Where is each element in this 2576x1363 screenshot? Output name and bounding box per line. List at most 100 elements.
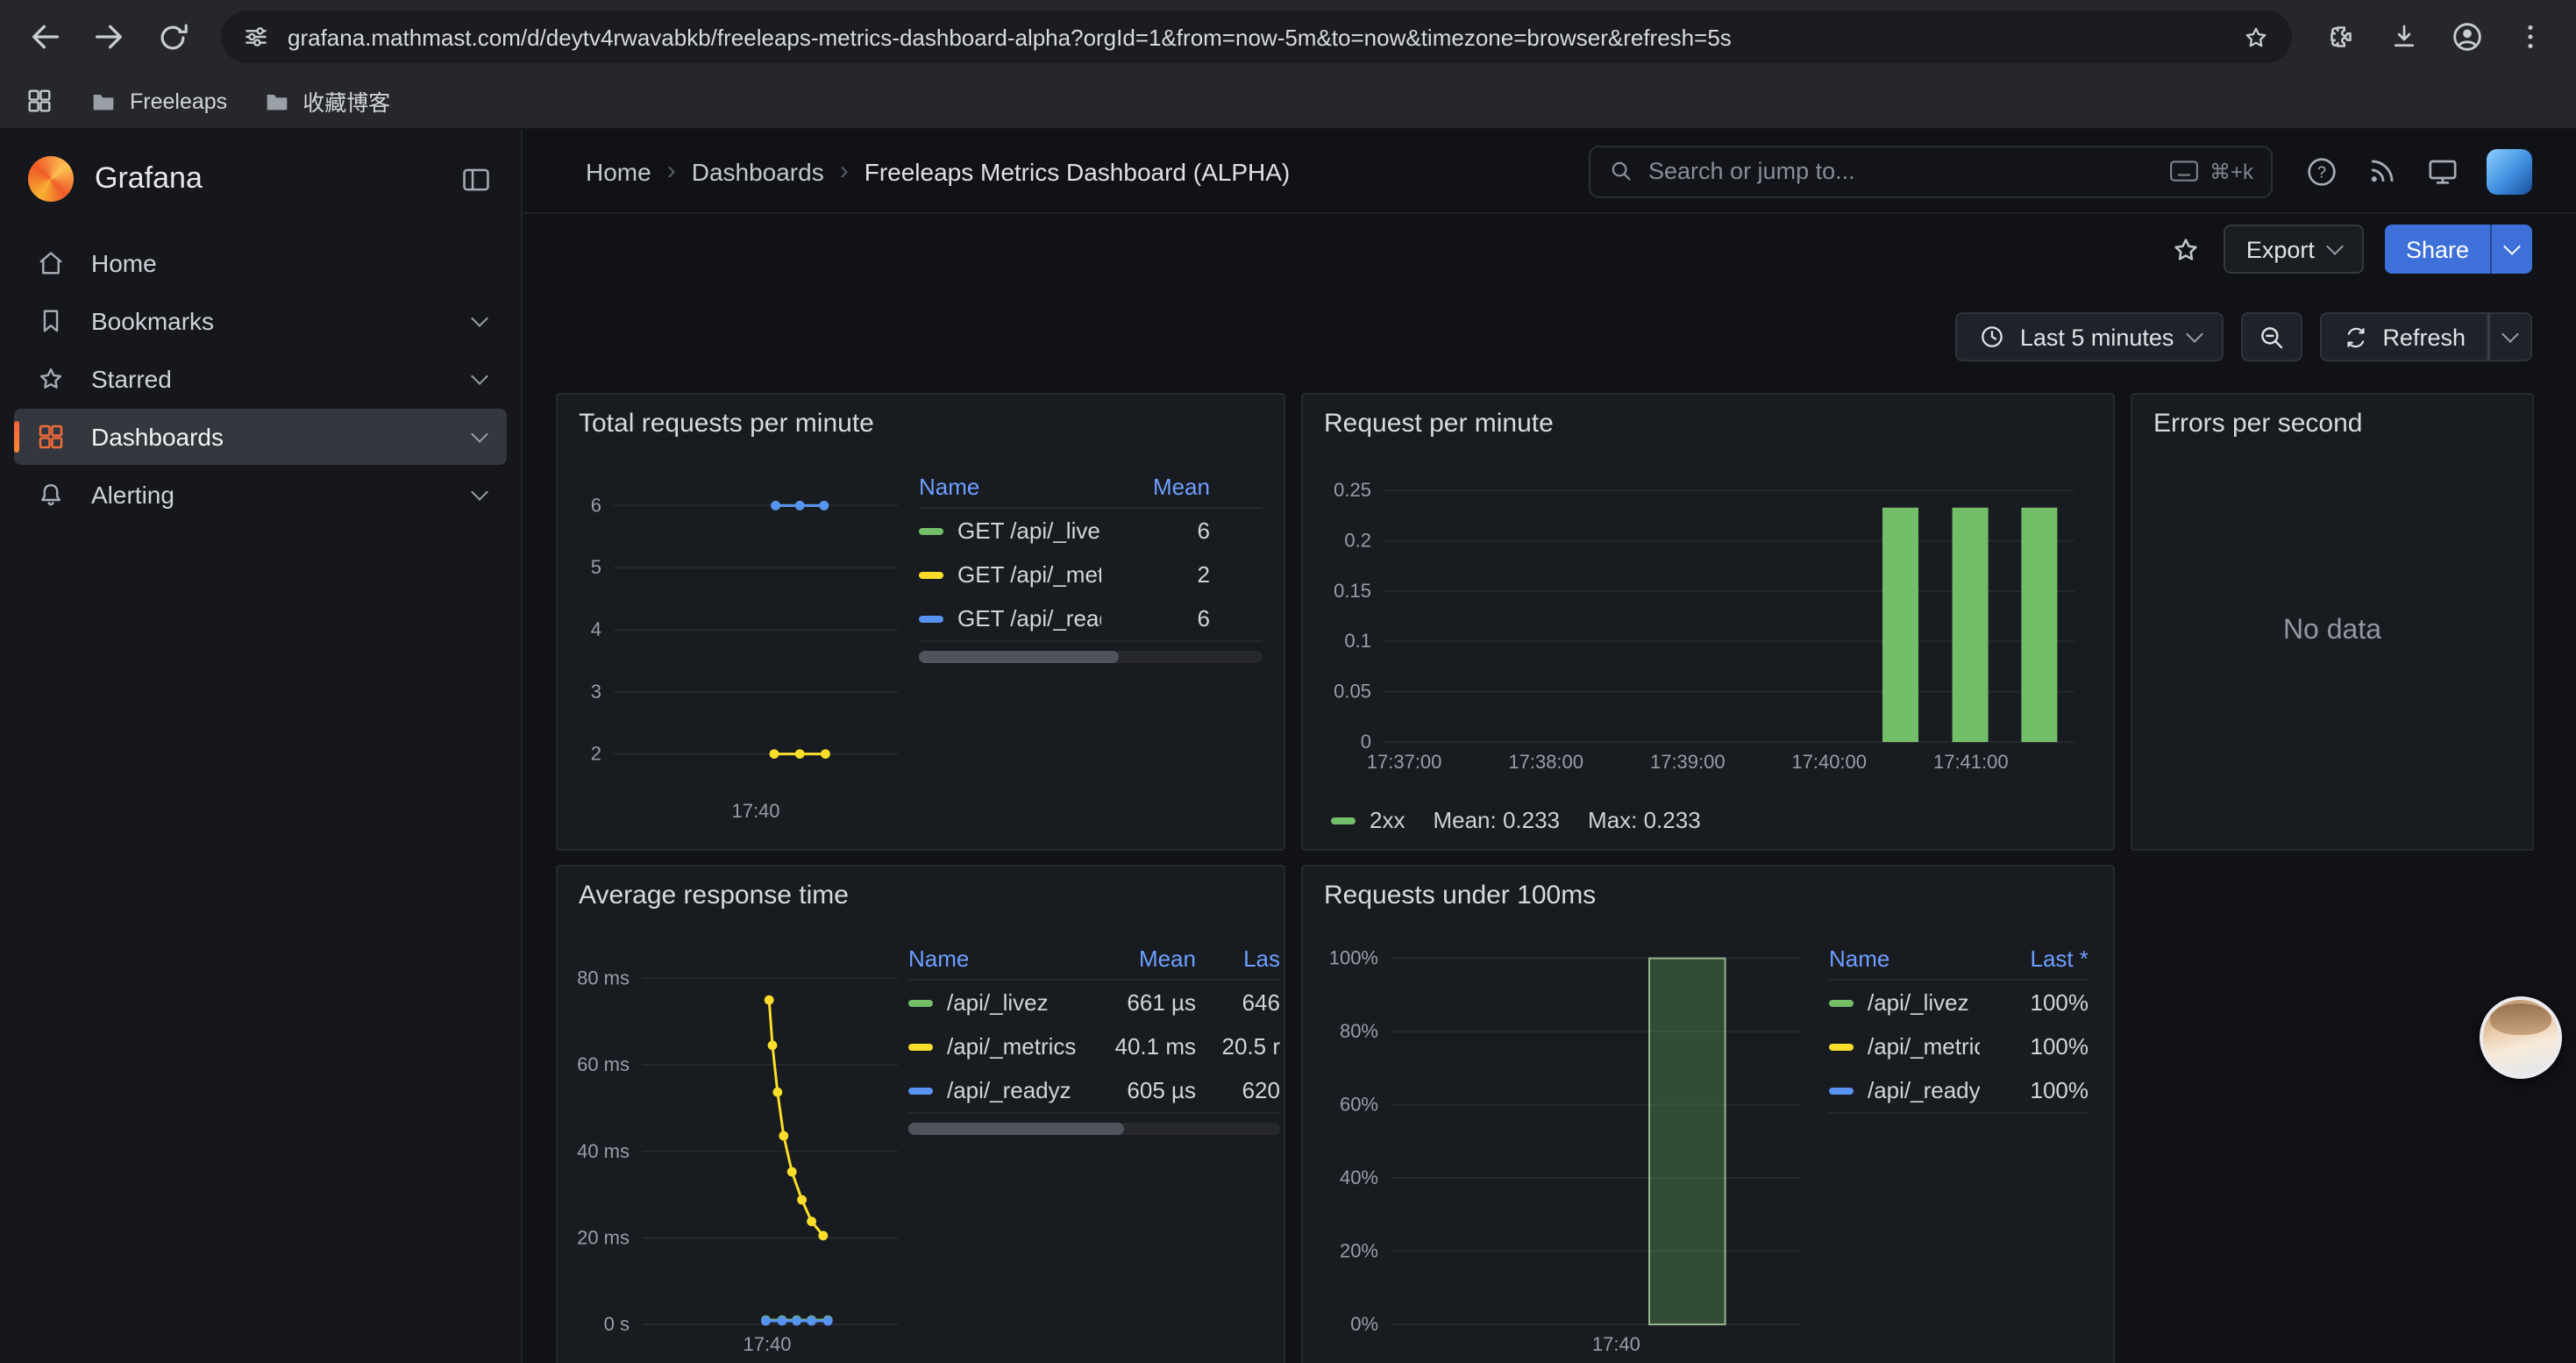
bookmark-label: 收藏博客 (302, 84, 390, 118)
request-per-minute-chart[interactable]: 00.050.10.150.20.2517:37:0017:38:0017:39… (1313, 454, 2103, 781)
refresh-interval-button[interactable] (2488, 312, 2532, 361)
search-input[interactable]: Search or jump to... ⌘+k (1589, 145, 2273, 197)
kiosk-mode-button[interactable] (2425, 153, 2460, 189)
legend-row[interactable]: /api/_livez 100% (1829, 981, 2089, 1024)
apps-grid-icon[interactable] (25, 86, 54, 116)
breadcrumb-separator: › (667, 156, 676, 186)
svg-text:4: 4 (591, 618, 601, 640)
chevron-down-icon[interactable] (471, 367, 488, 384)
news-rss-button[interactable] (2366, 154, 2399, 188)
assistant-avatar[interactable] (2480, 996, 2562, 1079)
share-button[interactable]: Share (2385, 225, 2490, 274)
bookmarks-bar: Freeleaps 收藏博客 (0, 74, 2576, 130)
browser-menu-button[interactable] (2502, 9, 2558, 65)
svg-text:0 s: 0 s (604, 1313, 630, 1335)
legend-row[interactable]: /api/_readyz 100% (1829, 1068, 2089, 1112)
address-bar[interactable] (221, 11, 2292, 63)
legend-header[interactable]: Name Last * (1829, 937, 2089, 981)
panel-title[interactable]: Requests under 100ms (1303, 867, 2113, 910)
legend-row[interactable]: GET /api/_readyz 6 (919, 596, 1263, 640)
refresh-button[interactable]: Refresh (2319, 312, 2488, 361)
refresh-icon (2342, 324, 2368, 350)
legend-inline[interactable]: 2xx Mean: 0.233 Max: 0.233 (1331, 807, 1701, 833)
series-swatch (919, 527, 943, 534)
search-icon (1608, 158, 1634, 184)
svg-text:17:41:00: 17:41:00 (1933, 751, 2009, 773)
legend-row[interactable]: GET /api/_livez 6 (919, 509, 1263, 553)
series-swatch (908, 1043, 933, 1050)
svg-text:80%: 80% (1340, 1020, 1378, 1042)
browser-profile-button[interactable] (2439, 9, 2495, 65)
breadcrumb-home[interactable]: Home (586, 157, 651, 185)
user-avatar[interactable] (2487, 148, 2532, 194)
dock-menu-icon[interactable] (459, 162, 493, 196)
back-button[interactable] (18, 9, 74, 65)
sidebar-item-dashboards[interactable]: Dashboards (14, 409, 507, 465)
share-menu-button[interactable] (2490, 225, 2532, 274)
rss-icon (2366, 154, 2399, 188)
svg-text:0.2: 0.2 (1344, 530, 1371, 552)
legend-header[interactable]: Name Mean (919, 465, 1263, 509)
requests-under-100ms-chart[interactable]: 0%20%40%60%80%100%17:40 (1313, 923, 1818, 1363)
average-response-time-chart[interactable]: 0 s20 ms40 ms60 ms80 ms17:40 (568, 923, 912, 1363)
sidebar-item-label: Starred (91, 365, 449, 393)
extensions-button[interactable] (2313, 9, 2369, 65)
svg-text:17:40: 17:40 (743, 1333, 791, 1355)
breadcrumb: Home › Dashboards › Freeleaps Metrics Da… (586, 156, 1589, 186)
legend-row[interactable]: /api/_metrics 40.1 ms 20.5 r (908, 1024, 1280, 1068)
chevron-down-icon[interactable] (471, 309, 488, 326)
url-input[interactable] (288, 24, 2224, 50)
legend-header[interactable]: Name Mean Las (908, 937, 1280, 981)
svg-text:17:40:00: 17:40:00 (1791, 751, 1867, 773)
legend-row[interactable]: GET /api/_metrics 2 (919, 553, 1263, 596)
sidebar-item-home[interactable]: Home (14, 235, 507, 291)
legend-table: Name Last * /api/_livez 100% /api/_metri… (1829, 937, 2089, 1114)
profile-icon (2450, 19, 2485, 54)
legend-scrollbar[interactable] (919, 651, 1263, 663)
bookmark-label: Freeleaps (130, 89, 227, 113)
reload-button[interactable] (144, 9, 200, 65)
search-shortcut: ⌘+k (2169, 159, 2253, 183)
panel-title[interactable]: Total requests per minute (558, 395, 1284, 439)
sidebar-item-alerting[interactable]: Alerting (14, 467, 507, 523)
home-icon (35, 247, 67, 279)
legend-row[interactable]: /api/_livez 661 µs 646 (908, 981, 1280, 1024)
panel-title[interactable]: Request per minute (1303, 395, 2113, 439)
bookmark-folder-blog[interactable]: 收藏博客 (262, 84, 390, 118)
site-settings-icon[interactable] (242, 23, 270, 51)
main-area: Home › Dashboards › Freeleaps Metrics Da… (523, 130, 2576, 1363)
favorite-dashboard-button[interactable] (2169, 232, 2202, 266)
refresh-split-button: Refresh (2319, 312, 2532, 361)
export-button[interactable]: Export (2224, 225, 2364, 274)
forward-button[interactable] (81, 9, 137, 65)
panel-title[interactable]: Errors per second (2132, 395, 2532, 439)
chevron-down-icon[interactable] (471, 425, 488, 442)
panel-title[interactable]: Average response time (558, 867, 1284, 910)
svg-text:3: 3 (591, 681, 601, 703)
zoom-out-button[interactable] (2240, 312, 2302, 361)
svg-text:60 ms: 60 ms (577, 1053, 630, 1075)
legend-scrollbar[interactable] (908, 1123, 1280, 1135)
series-swatch (908, 1087, 933, 1094)
grafana-logo (28, 156, 74, 202)
svg-text:0%: 0% (1350, 1313, 1378, 1335)
legend-row[interactable]: /api/_readyz 605 µs 620 (908, 1068, 1280, 1112)
legend-row[interactable]: /api/_metrics 100% (1829, 1024, 2089, 1068)
help-button[interactable]: ? (2304, 153, 2339, 189)
downloads-button[interactable] (2376, 9, 2432, 65)
bookmark-folder-freeleaps[interactable]: Freeleaps (89, 87, 227, 115)
total-requests-chart[interactable]: 2345617:40 (568, 451, 912, 833)
breadcrumb-dashboards[interactable]: Dashboards (692, 157, 824, 185)
bookmark-star-icon[interactable] (2241, 22, 2271, 52)
sidebar-item-label: Alerting (91, 481, 449, 509)
clock-icon (1978, 323, 2006, 351)
chevron-down-icon[interactable] (471, 482, 488, 500)
svg-text:100%: 100% (1329, 947, 1378, 969)
sidebar-item-starred[interactable]: Starred (14, 351, 507, 407)
grafana-app: Grafana Home Bookmarks Starred (0, 130, 2576, 1363)
svg-text:?: ? (2317, 162, 2326, 181)
time-range-picker[interactable]: Last 5 minutes (1955, 312, 2224, 361)
series-swatch (919, 615, 943, 622)
help-icon: ? (2304, 153, 2339, 189)
sidebar-item-bookmarks[interactable]: Bookmarks (14, 293, 507, 349)
